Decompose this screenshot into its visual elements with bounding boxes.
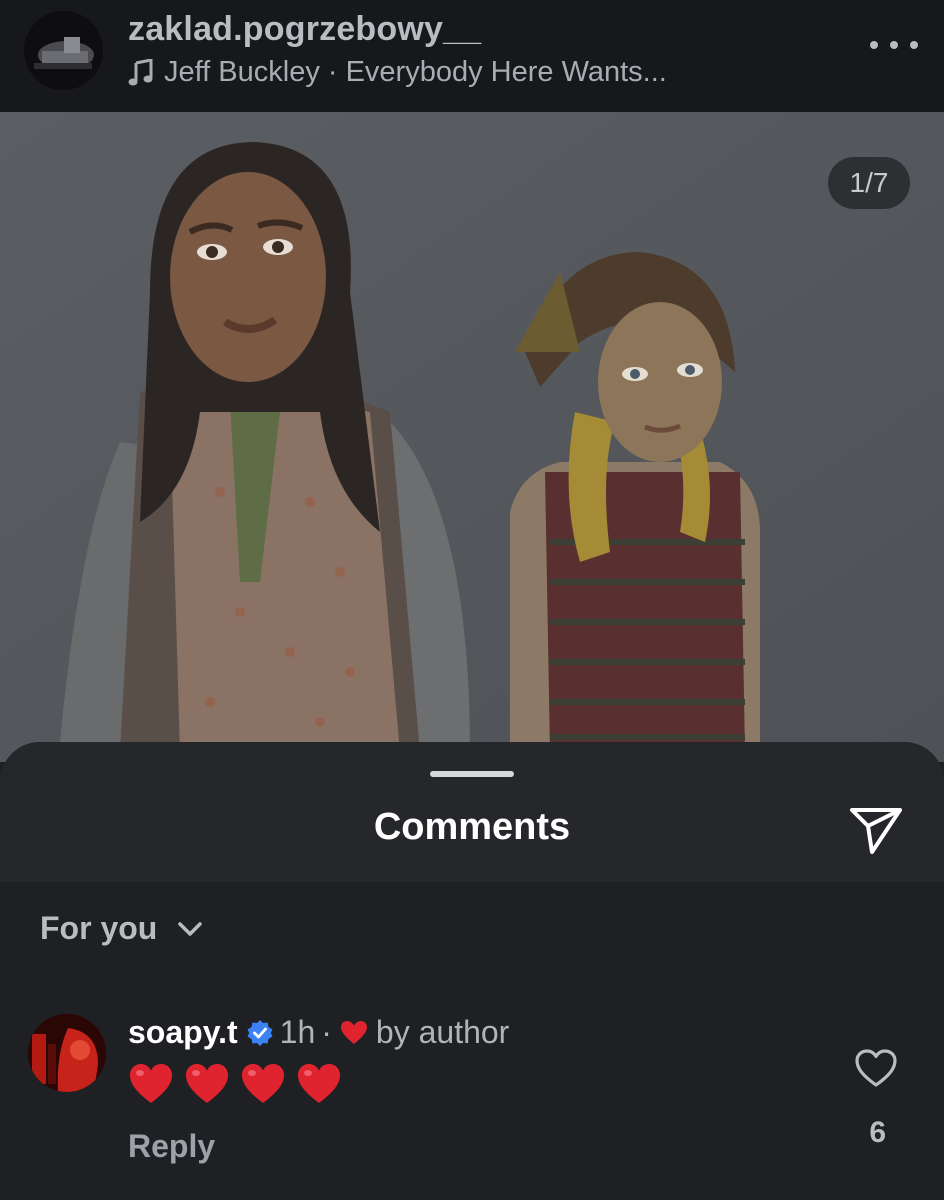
more-options-button[interactable] bbox=[870, 30, 918, 60]
comment-meta: soapy.t 1h · by author bbox=[128, 1014, 509, 1051]
post-author-avatar[interactable] bbox=[24, 11, 103, 90]
post-photo[interactable]: 1/7 bbox=[0, 112, 944, 762]
filter-label: For you bbox=[40, 910, 158, 946]
commenter-avatar[interactable] bbox=[28, 1014, 106, 1092]
comment-item: soapy.t 1h · by author ❤️❤️❤️❤️ Reply 6 bbox=[0, 1004, 944, 1174]
heart-outline-icon[interactable] bbox=[854, 1048, 898, 1088]
liked-by-author: by author bbox=[375, 1014, 510, 1050]
photo-overlay bbox=[0, 112, 944, 762]
post-username[interactable]: zaklad.pogrzebowy__ bbox=[128, 10, 481, 49]
author-liked-heart-icon bbox=[340, 1020, 367, 1044]
paper-plane-icon[interactable] bbox=[848, 804, 904, 856]
dot bbox=[890, 41, 898, 49]
red-heart-emoji bbox=[186, 1064, 228, 1103]
red-heart-emoji bbox=[242, 1064, 284, 1103]
red-heart-emoji bbox=[130, 1064, 172, 1103]
chevron-down-icon bbox=[178, 921, 203, 936]
music-row[interactable]: Jeff Buckley · Everybody Here Wants... bbox=[128, 56, 667, 89]
comment-time: 1h bbox=[279, 1014, 316, 1050]
comment-text: ❤️❤️❤️❤️ bbox=[128, 1062, 342, 1106]
verified-badge-icon bbox=[247, 1019, 273, 1046]
sheet-grabber[interactable] bbox=[430, 771, 514, 777]
comments-sheet-header: Comments bbox=[0, 742, 944, 882]
red-heart-emoji bbox=[298, 1064, 340, 1103]
more-horizontal-icon bbox=[870, 41, 878, 49]
dot bbox=[910, 41, 918, 49]
music-note-icon bbox=[128, 58, 153, 85]
meta-separator: · bbox=[321, 1014, 332, 1050]
comments-title: Comments bbox=[373, 806, 571, 848]
commenter-username[interactable]: soapy.t bbox=[128, 1014, 238, 1051]
post-header: zaklad.pogrzebowy__ Jeff Buckley · Every… bbox=[0, 0, 944, 112]
comments-sheet: Comments For you soapy.t 1h · by author … bbox=[0, 742, 944, 1200]
reply-button[interactable]: Reply bbox=[128, 1128, 215, 1165]
music-track: Jeff Buckley · Everybody Here Wants... bbox=[164, 56, 667, 88]
image-counter: 1/7 bbox=[828, 157, 910, 209]
like-count: 6 bbox=[869, 1116, 886, 1149]
comments-filter[interactable]: For you bbox=[40, 910, 203, 947]
